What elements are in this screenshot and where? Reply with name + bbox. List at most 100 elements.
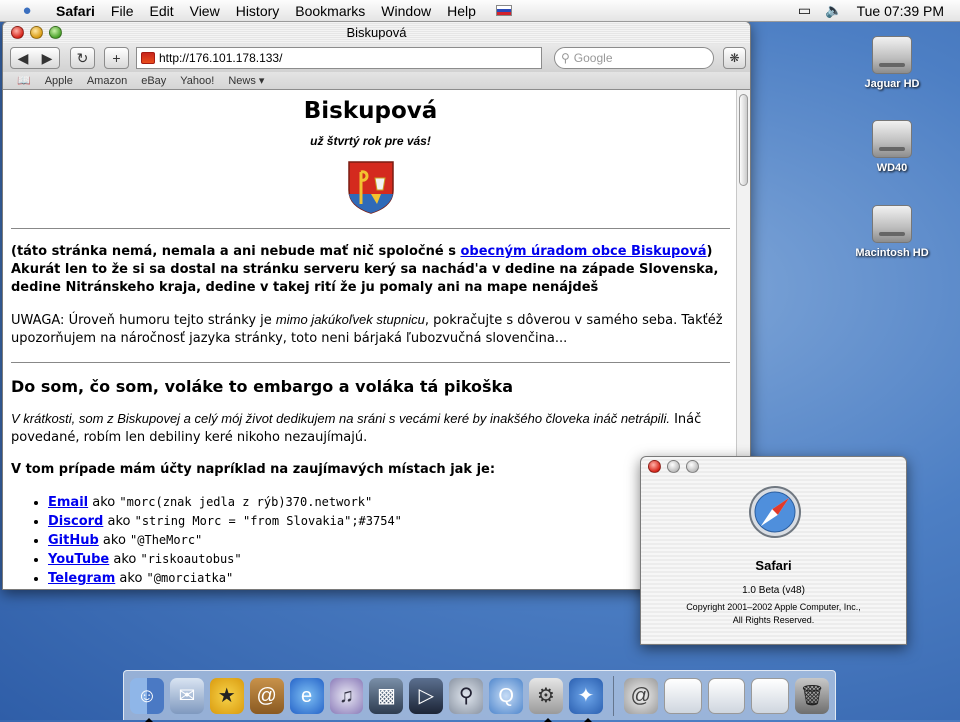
account-value: "@morciatka" (146, 571, 234, 585)
disk-label: Macintosh HD (855, 247, 929, 259)
menu-bookmarks[interactable]: Bookmarks (287, 0, 373, 22)
add-bookmark-button[interactable]: + (104, 47, 129, 69)
site-favicon-icon (141, 52, 155, 64)
account-separator: ako (109, 552, 141, 567)
menu-app[interactable]: Safari (48, 0, 103, 22)
menu-file[interactable]: File (103, 0, 142, 22)
bookmark-amazon[interactable]: Amazon (87, 75, 127, 87)
bug-report-button[interactable]: ❋ (723, 47, 746, 69)
account-value: "@TheMorc" (130, 533, 203, 547)
account-separator: ako (98, 533, 131, 548)
window-titlebar[interactable]: Biskupová (3, 22, 750, 44)
window-controls (11, 26, 62, 39)
bookmark-news-menu[interactable]: News ▾ (228, 74, 264, 87)
magnifier-icon: ⚲ (561, 51, 570, 65)
volume-icon[interactable]: 🔈 (825, 2, 842, 19)
window-thumbnail[interactable] (663, 677, 702, 714)
window-controls (648, 460, 699, 473)
account-value: "morc(znak jedla z rýb)370.network" (119, 495, 373, 509)
sherlock-icon[interactable]: ⚲ (449, 677, 484, 714)
back-button[interactable]: ◀ (11, 48, 35, 68)
about-safari-window: Safari 1.0 Beta (v48) Copyright 2001–200… (640, 456, 907, 645)
list-item: Discord ako "string Morc = "from Slovaki… (48, 512, 730, 531)
close-button[interactable] (648, 460, 661, 473)
bookmark-ebay[interactable]: eBay (141, 75, 166, 87)
aim-icon[interactable]: ★ (209, 677, 244, 714)
divider (11, 362, 730, 363)
menu-window[interactable]: Window (373, 0, 439, 22)
divider (11, 228, 730, 229)
intro-text: Akurát len to že si sa dostal na stránku… (11, 262, 719, 295)
dock: ☺ ✉ ★ @ e ♫ ▩ ▷ ⚲ Q ⚙ ✦ @ 🗑 (123, 670, 836, 722)
menu-help[interactable]: Help (439, 0, 484, 22)
account-link-github[interactable]: GitHub (48, 533, 99, 548)
finder-icon[interactable]: ☺ (130, 677, 164, 722)
account-separator: ako (103, 514, 135, 529)
municipal-office-link[interactable]: obecným úradom obce Biskupová (460, 244, 706, 259)
window-thumbnail[interactable] (707, 677, 746, 714)
quicktime-icon[interactable]: Q (489, 677, 524, 714)
bookmarks-bar: 📖 Apple Amazon eBay Yahoo! News ▾ (3, 72, 750, 90)
back-forward-control: ◀ ▶ (10, 47, 60, 69)
about-paragraph: V krátkosti, som z Biskupovej a celý mój… (11, 410, 730, 447)
bookmark-yahoo[interactable]: Yahoo! (180, 75, 214, 87)
menu-edit[interactable]: Edit (141, 0, 181, 22)
display-icon[interactable]: ▭ (798, 2, 811, 19)
disclaimer: (táto stránka nemá, nemala a ani nebude … (11, 243, 730, 297)
reload-button[interactable]: ↻ (70, 47, 95, 69)
itunes-icon[interactable]: ♫ (329, 677, 364, 714)
warning: UWAGA: Úroveň humoru tejto stránky je mi… (11, 311, 730, 348)
scrollbar-thumb[interactable] (739, 94, 748, 186)
dock-separator (612, 675, 614, 716)
input-flag-icon[interactable] (495, 5, 512, 16)
imovie-icon[interactable]: ▷ (409, 677, 444, 714)
system-preferences-icon[interactable]: ⚙ (529, 677, 563, 722)
menu-history[interactable]: History (228, 0, 288, 22)
address-bar[interactable]: http://176.101.178.133/ (136, 47, 542, 69)
accounts-title: V tom prípade mám účty napríklad na zauj… (11, 462, 496, 477)
hard-disk-icon (872, 36, 912, 74)
account-value: "riskoautobus" (140, 552, 242, 566)
rights-line: All Rights Reserved. (732, 615, 815, 625)
forward-button[interactable]: ▶ (35, 48, 59, 68)
address-book-icon[interactable]: @ (249, 677, 284, 714)
disk-label: WD40 (876, 162, 908, 174)
bookmarks-book-icon[interactable]: 📖 (17, 74, 31, 87)
network-icon[interactable]: @ (623, 677, 658, 714)
warning-text: UWAGA: Úroveň humoru tejto stránky je (11, 313, 276, 328)
apple-menu-icon[interactable]: ● (16, 2, 38, 19)
about-version: 1.0 Beta (v48) (742, 585, 805, 596)
bookmark-apple[interactable]: Apple (45, 75, 73, 87)
desktop-disk[interactable]: WD40 (842, 120, 942, 174)
account-value: "string Morc = "from Slovakia";#3754" (134, 514, 402, 528)
account-link-discord[interactable]: Discord (48, 514, 103, 529)
trash-icon[interactable]: 🗑 (795, 677, 830, 714)
safari-icon[interactable]: ✦ (568, 677, 603, 722)
minimize-button[interactable] (30, 26, 43, 39)
about-app-name: Safari (755, 558, 792, 573)
internet-explorer-icon[interactable]: e (289, 677, 324, 714)
web-content: Biskupová už štvrtý rok pre vás! (táto s… (3, 90, 738, 589)
list-item: GitHub ako "@TheMorc" (48, 531, 730, 550)
accounts-list: Email ako "morc(znak jedla z rýb)370.net… (11, 493, 730, 588)
mail-icon[interactable]: ✉ (169, 677, 204, 714)
menu-view[interactable]: View (182, 0, 228, 22)
account-separator: ako (115, 571, 147, 586)
account-link-telegram[interactable]: Telegram (48, 571, 115, 586)
safari-compass-icon (749, 486, 801, 538)
iphoto-icon[interactable]: ▩ (369, 677, 404, 714)
section-title: Do som, čo som, voláke to embargo a volá… (11, 377, 513, 396)
account-link-youtube[interactable]: YouTube (48, 552, 109, 567)
zoom-button[interactable] (49, 26, 62, 39)
menu-clock[interactable]: Tue 07:39 PM (857, 3, 944, 19)
window-thumbnail[interactable] (751, 677, 790, 714)
browser-toolbar: ◀ ▶ ↻ + http://176.101.178.133/ ⚲ Google … (3, 44, 750, 72)
google-search-field[interactable]: ⚲ Google (554, 47, 714, 69)
coat-of-arms-icon (347, 161, 394, 214)
desktop-disk[interactable]: Macintosh HD (842, 205, 942, 259)
desktop-disk[interactable]: Jaguar HD (842, 36, 942, 90)
search-placeholder: Google (573, 51, 613, 65)
address-text: http://176.101.178.133/ (159, 51, 283, 65)
close-button[interactable] (11, 26, 24, 39)
account-link-email[interactable]: Email (48, 495, 88, 510)
